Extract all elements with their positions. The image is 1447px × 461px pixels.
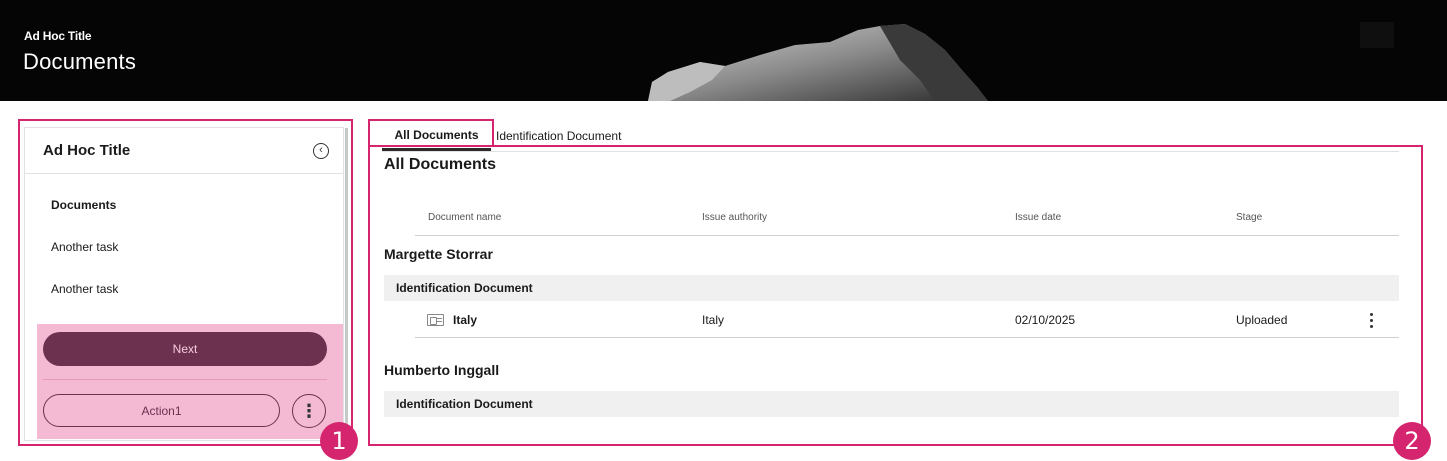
document-name[interactable]: Italy [453, 313, 477, 327]
annotation-badge-1: 1 [320, 422, 358, 460]
person-name: Margette Storrar [384, 246, 493, 262]
task-list: Documents Another task Another task [25, 174, 343, 310]
stage-cell: Uploaded [1236, 313, 1288, 327]
header-title: Documents [23, 49, 137, 74]
task-item-documents[interactable]: Documents [25, 184, 343, 226]
side-panel-scrollbar[interactable] [345, 128, 348, 440]
action1-button[interactable]: Action1 [43, 394, 280, 427]
mountain-banner-image [648, 22, 1394, 101]
issue-authority-cell: Italy [702, 313, 725, 327]
column-header-issue-date[interactable]: Issue date [1015, 212, 1061, 223]
tabs-divider [382, 151, 1399, 152]
table-row[interactable]: Italy Italy 02/10/2025 Uploaded [415, 302, 1399, 338]
more-actions-button[interactable]: ⋮ [292, 394, 326, 428]
document-category-header: Identification Document [384, 391, 1399, 417]
header-subtitle: Ad Hoc Title [24, 29, 92, 43]
column-header-document-name[interactable]: Document name [428, 212, 501, 223]
column-header-stage[interactable]: Stage [1236, 212, 1262, 223]
action-area: Next Action1 ⋮ [37, 324, 343, 439]
id-card-icon [427, 314, 444, 326]
document-category-header: Identification Document [384, 275, 1399, 301]
person-name: Humberto Inggall [384, 362, 500, 378]
section-title: All Documents [384, 156, 497, 173]
issue-date-cell: 02/10/2025 [1015, 313, 1076, 327]
table-header-divider [415, 235, 1399, 236]
annotation-badge-2: 2 [1393, 422, 1431, 460]
task-item-another-task[interactable]: Another task [25, 226, 343, 268]
column-header-issue-authority[interactable]: Issue authority [702, 212, 767, 223]
side-panel-header: Ad Hoc Title ‹ [25, 128, 343, 174]
side-panel-title: Ad Hoc Title [43, 142, 131, 159]
action-divider [43, 379, 327, 380]
document-name-cell: Italy [427, 302, 477, 338]
tab-all-documents[interactable]: All Documents [382, 121, 491, 151]
more-vertical-icon: ⋮ [300, 400, 318, 421]
page-header: Ad Hoc Title Documents [0, 0, 1447, 101]
collapse-left-icon[interactable]: ‹ [313, 142, 329, 159]
more-vertical-icon[interactable] [1363, 311, 1379, 329]
next-button[interactable]: Next [43, 332, 327, 366]
task-side-panel: Ad Hoc Title ‹ Documents Another task An… [24, 127, 348, 441]
task-item-another-task[interactable]: Another task [25, 268, 343, 310]
tab-identification-document[interactable]: Identification Document [496, 121, 621, 151]
